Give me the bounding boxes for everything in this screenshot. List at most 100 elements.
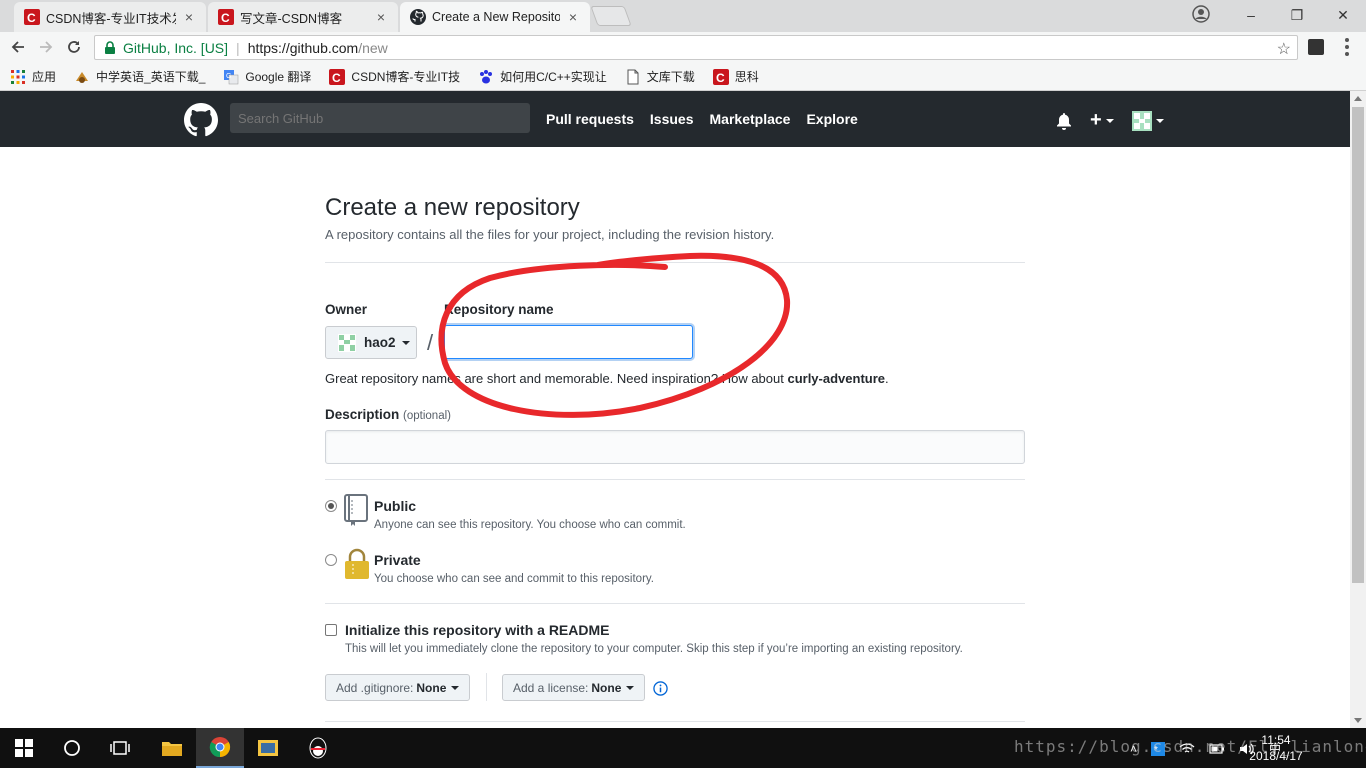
taskbar-app[interactable] bbox=[244, 728, 292, 768]
github-search-input[interactable] bbox=[230, 103, 530, 133]
page-scrollbar[interactable] bbox=[1350, 91, 1366, 728]
profile-icon[interactable] bbox=[1192, 5, 1210, 23]
gitignore-value: None bbox=[416, 680, 447, 695]
baidu-paw-icon bbox=[480, 69, 493, 83]
license-label: Add a license: bbox=[513, 680, 589, 695]
info-icon[interactable] bbox=[653, 681, 668, 696]
plus-icon: + bbox=[1090, 109, 1102, 131]
bookmark-label: Google 翻译 bbox=[245, 70, 312, 84]
window-close-button[interactable]: ✕ bbox=[1320, 0, 1366, 30]
browser-toolbar: GitHub, Inc. [US] | https://github.com/n… bbox=[0, 32, 1366, 63]
bookmark-label: 思科 bbox=[734, 70, 759, 84]
tab-close-button[interactable]: × bbox=[566, 9, 580, 25]
taskbar-chrome[interactable] bbox=[196, 728, 244, 768]
task-view-button[interactable] bbox=[96, 728, 144, 768]
start-button[interactable] bbox=[0, 728, 48, 768]
owner-label: Owner bbox=[325, 302, 368, 317]
readme-checkbox[interactable] bbox=[325, 624, 337, 636]
divider bbox=[325, 479, 1025, 480]
divider bbox=[325, 262, 1025, 263]
svg-text:C: C bbox=[716, 71, 725, 85]
bookmark-csdn[interactable]: C CSDN博客-专业IT技 bbox=[329, 68, 460, 85]
bookmark-label: 应用 bbox=[32, 70, 57, 84]
private-radio[interactable] bbox=[325, 554, 337, 566]
github-nav: Pull requests Issues Marketplace Explore bbox=[546, 111, 858, 127]
forward-button[interactable] bbox=[35, 36, 57, 58]
bookmark-star-icon[interactable]: ☆ bbox=[1277, 39, 1291, 59]
bookmark-label: CSDN博客-专业IT技 bbox=[351, 70, 461, 84]
nav-pull-requests[interactable]: Pull requests bbox=[546, 111, 634, 127]
back-button[interactable] bbox=[7, 36, 29, 58]
license-select-button[interactable]: Add a license: None bbox=[502, 674, 646, 701]
bookmark-baidu[interactable]: 如何用C/C++实现让 bbox=[478, 68, 607, 85]
repository-name-label: Repository name bbox=[444, 302, 554, 317]
repository-name-hint: Great repository names are short and mem… bbox=[325, 371, 889, 386]
tab-label: Create a New Reposito bbox=[432, 10, 560, 24]
url-path: /new bbox=[358, 39, 388, 56]
divider bbox=[325, 603, 1025, 604]
folder-icon bbox=[162, 742, 182, 756]
search-button[interactable] bbox=[48, 728, 96, 768]
tab-close-button[interactable]: × bbox=[182, 9, 196, 25]
user-menu-button[interactable] bbox=[1131, 110, 1164, 131]
bookmark-english[interactable]: 中学英语_英语下载_ bbox=[74, 68, 205, 85]
bell-icon[interactable] bbox=[1056, 112, 1072, 130]
hint-text: Great repository names are short and mem… bbox=[325, 371, 788, 386]
bookmark-cisco[interactable]: C 思科 bbox=[712, 68, 759, 85]
scroll-down-arrow[interactable] bbox=[1354, 718, 1362, 723]
search-circle-icon bbox=[64, 740, 80, 756]
create-new-button[interactable]: + bbox=[1090, 109, 1114, 132]
public-description: Anyone can see this repository. You choo… bbox=[374, 519, 686, 531]
page-subtitle: A repository contains all the files for … bbox=[325, 227, 775, 242]
svg-text:C: C bbox=[332, 71, 341, 85]
chevron-down-icon bbox=[1155, 118, 1164, 123]
nav-marketplace[interactable]: Marketplace bbox=[710, 111, 791, 127]
divider bbox=[486, 673, 487, 701]
owner-value: hao2 bbox=[364, 335, 396, 350]
csdn-icon: C bbox=[712, 68, 729, 85]
scroll-up-arrow[interactable] bbox=[1354, 96, 1362, 101]
nav-explore[interactable]: Explore bbox=[806, 111, 857, 127]
repository-name-input[interactable] bbox=[444, 325, 693, 359]
extension-icon[interactable] bbox=[1308, 39, 1324, 55]
window-maximize-button[interactable]: ❐ bbox=[1274, 0, 1320, 30]
lock-icon bbox=[345, 548, 369, 579]
tab-close-button[interactable]: × bbox=[374, 9, 388, 25]
gitignore-select-button[interactable]: Add .gitignore: None bbox=[325, 674, 471, 701]
description-label-text: Description bbox=[325, 407, 400, 422]
google-translate-icon: G bbox=[224, 69, 239, 84]
nav-issues[interactable]: Issues bbox=[650, 111, 694, 127]
tab-create-repository[interactable]: Create a New Reposito × bbox=[400, 2, 590, 32]
chevron-down-icon bbox=[626, 685, 635, 690]
readme-description: This will let you immediately clone the … bbox=[345, 643, 963, 655]
window-minimize-button[interactable]: – bbox=[1228, 0, 1274, 30]
new-tab-button[interactable] bbox=[590, 6, 632, 26]
bookmark-google-translate[interactable]: G Google 翻译 bbox=[223, 68, 311, 85]
bookmark-apps[interactable]: 应用 bbox=[10, 68, 56, 85]
chevron-down-icon bbox=[401, 340, 410, 345]
github-header-actions: + bbox=[1056, 109, 1164, 132]
divider bbox=[325, 721, 1025, 722]
github-header: Pull requests Issues Marketplace Explore… bbox=[0, 91, 1350, 147]
browser-menu-button[interactable] bbox=[1342, 36, 1352, 58]
avatar bbox=[338, 333, 356, 352]
reload-button[interactable] bbox=[63, 36, 85, 58]
taskbar-file-explorer[interactable] bbox=[148, 728, 196, 768]
tab-label: CSDN博客-专业IT技术发 bbox=[46, 11, 176, 26]
tab-write-article[interactable]: C 写文章-CSDN博客 × bbox=[208, 2, 398, 32]
name-suggestion[interactable]: curly-adventure bbox=[787, 371, 885, 386]
lock-icon bbox=[105, 40, 115, 54]
chevron-down-icon bbox=[1105, 118, 1114, 123]
address-bar[interactable]: GitHub, Inc. [US] | https://github.com/n… bbox=[94, 35, 1298, 60]
github-logo-icon[interactable] bbox=[184, 103, 218, 137]
tab-csdn-blog[interactable]: C CSDN博客-专业IT技术发 × bbox=[14, 2, 206, 32]
public-radio[interactable] bbox=[325, 500, 337, 512]
taskbar-qq[interactable] bbox=[294, 728, 342, 768]
scrollbar-thumb[interactable] bbox=[1352, 107, 1364, 583]
tab-label: 写文章-CSDN博客 bbox=[240, 11, 343, 26]
description-label: Description (optional) bbox=[325, 407, 451, 422]
owner-select-button[interactable]: hao2 bbox=[325, 326, 417, 359]
bookmark-wenku[interactable]: 文库下载 bbox=[625, 68, 695, 85]
bookmark-site-icon bbox=[76, 71, 89, 83]
description-input[interactable] bbox=[325, 430, 1025, 464]
